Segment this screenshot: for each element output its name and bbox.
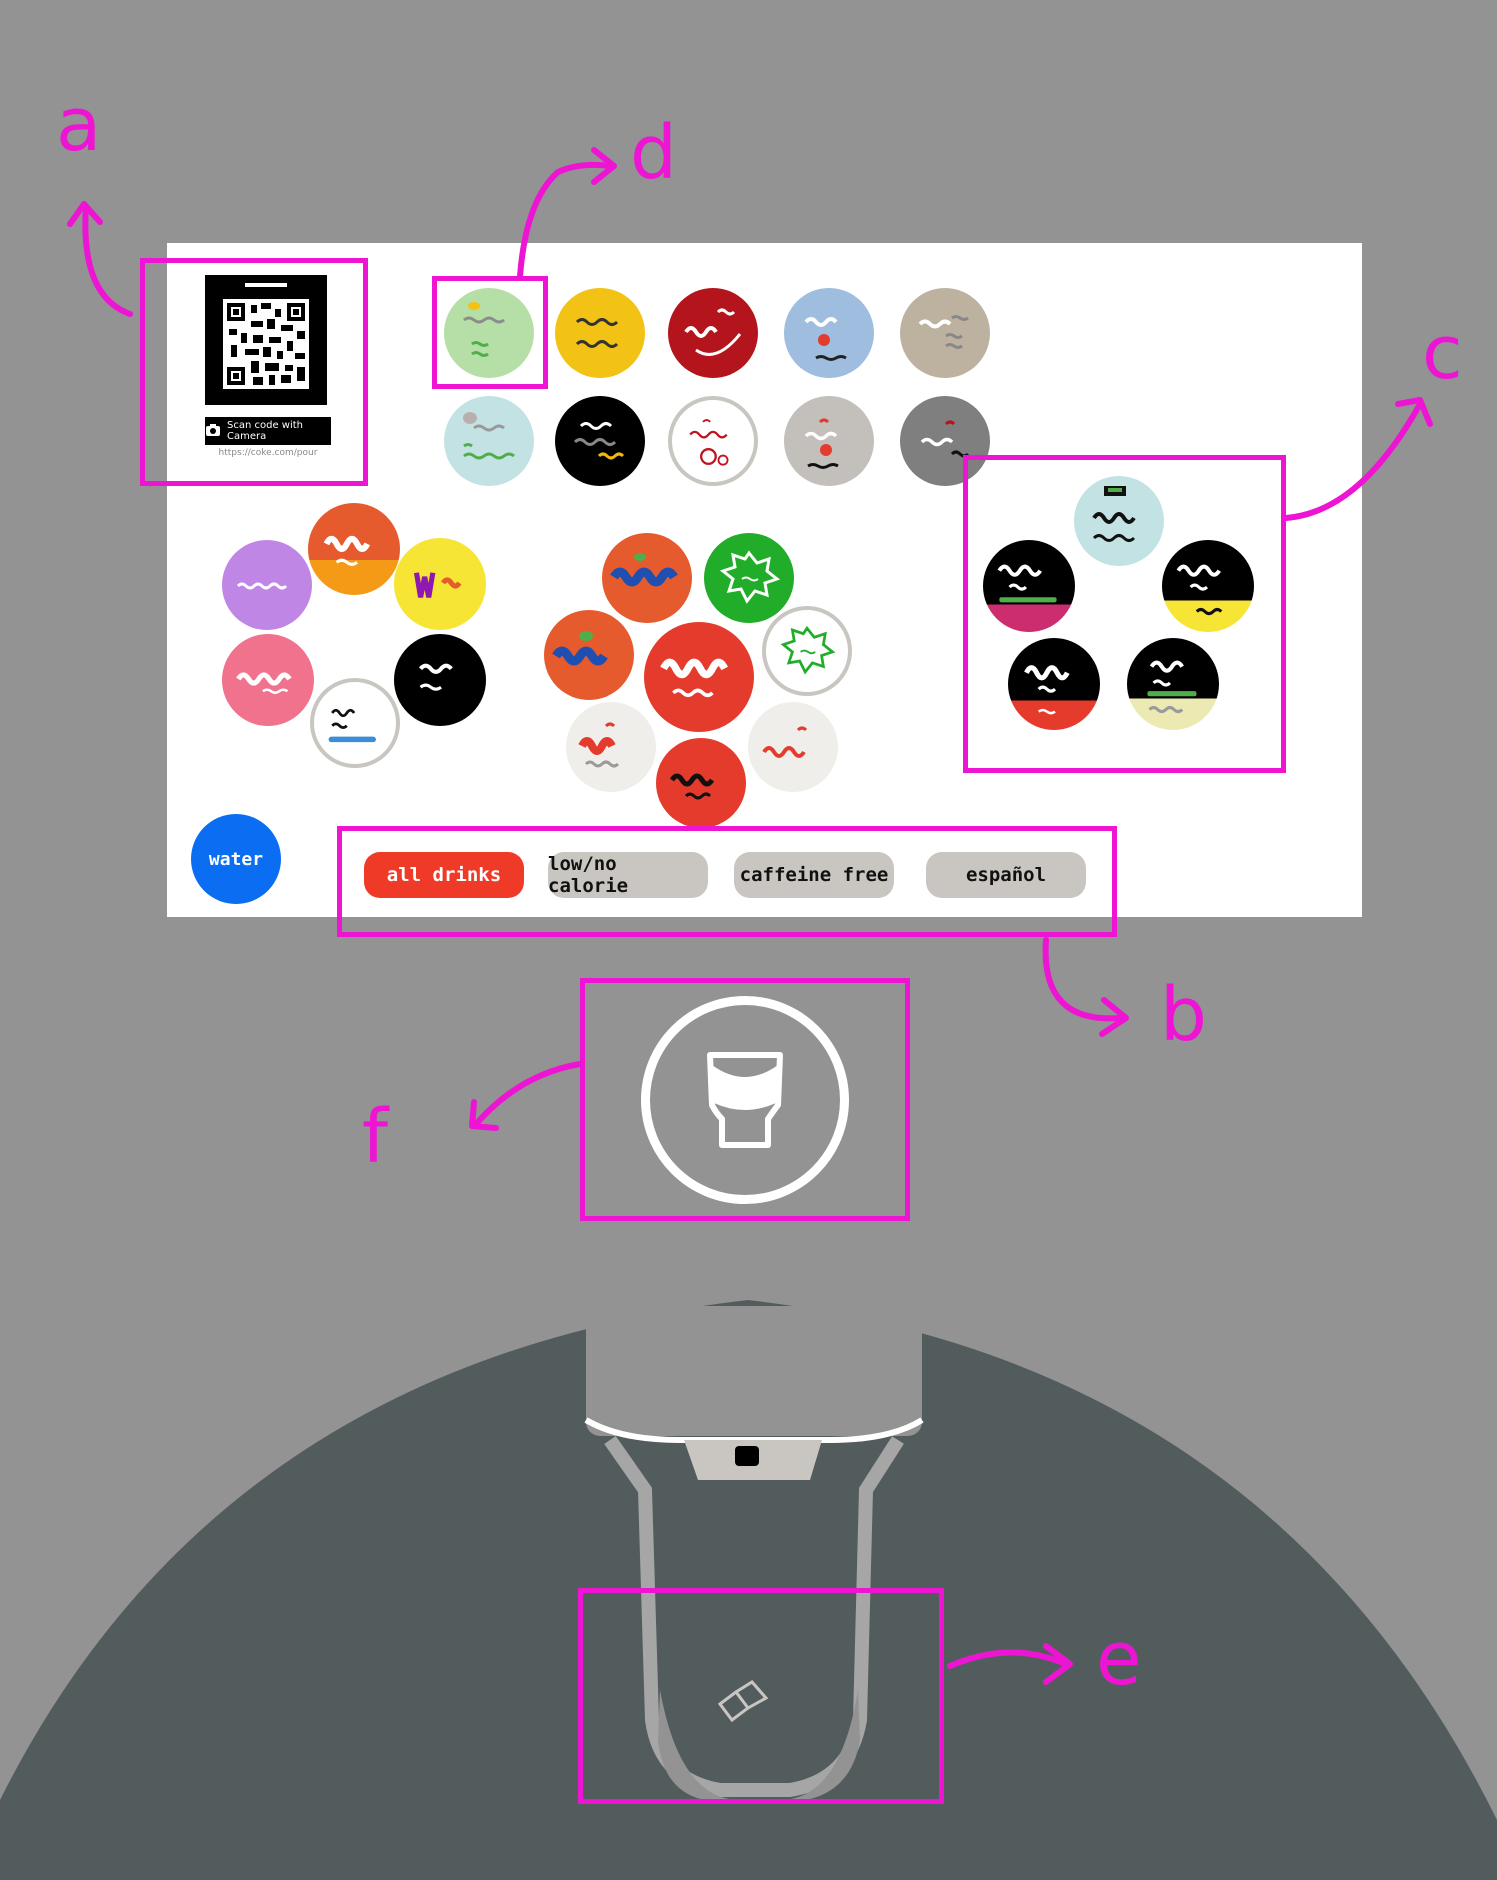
callout-arrows [67,147,1433,1685]
callout-c: c [1422,310,1463,396]
callout-d: d [630,110,677,196]
callout-a: a [56,82,102,168]
callout-e: e [1096,1616,1142,1702]
callout-b: b [1160,972,1207,1058]
callout-f: f [362,1094,389,1180]
